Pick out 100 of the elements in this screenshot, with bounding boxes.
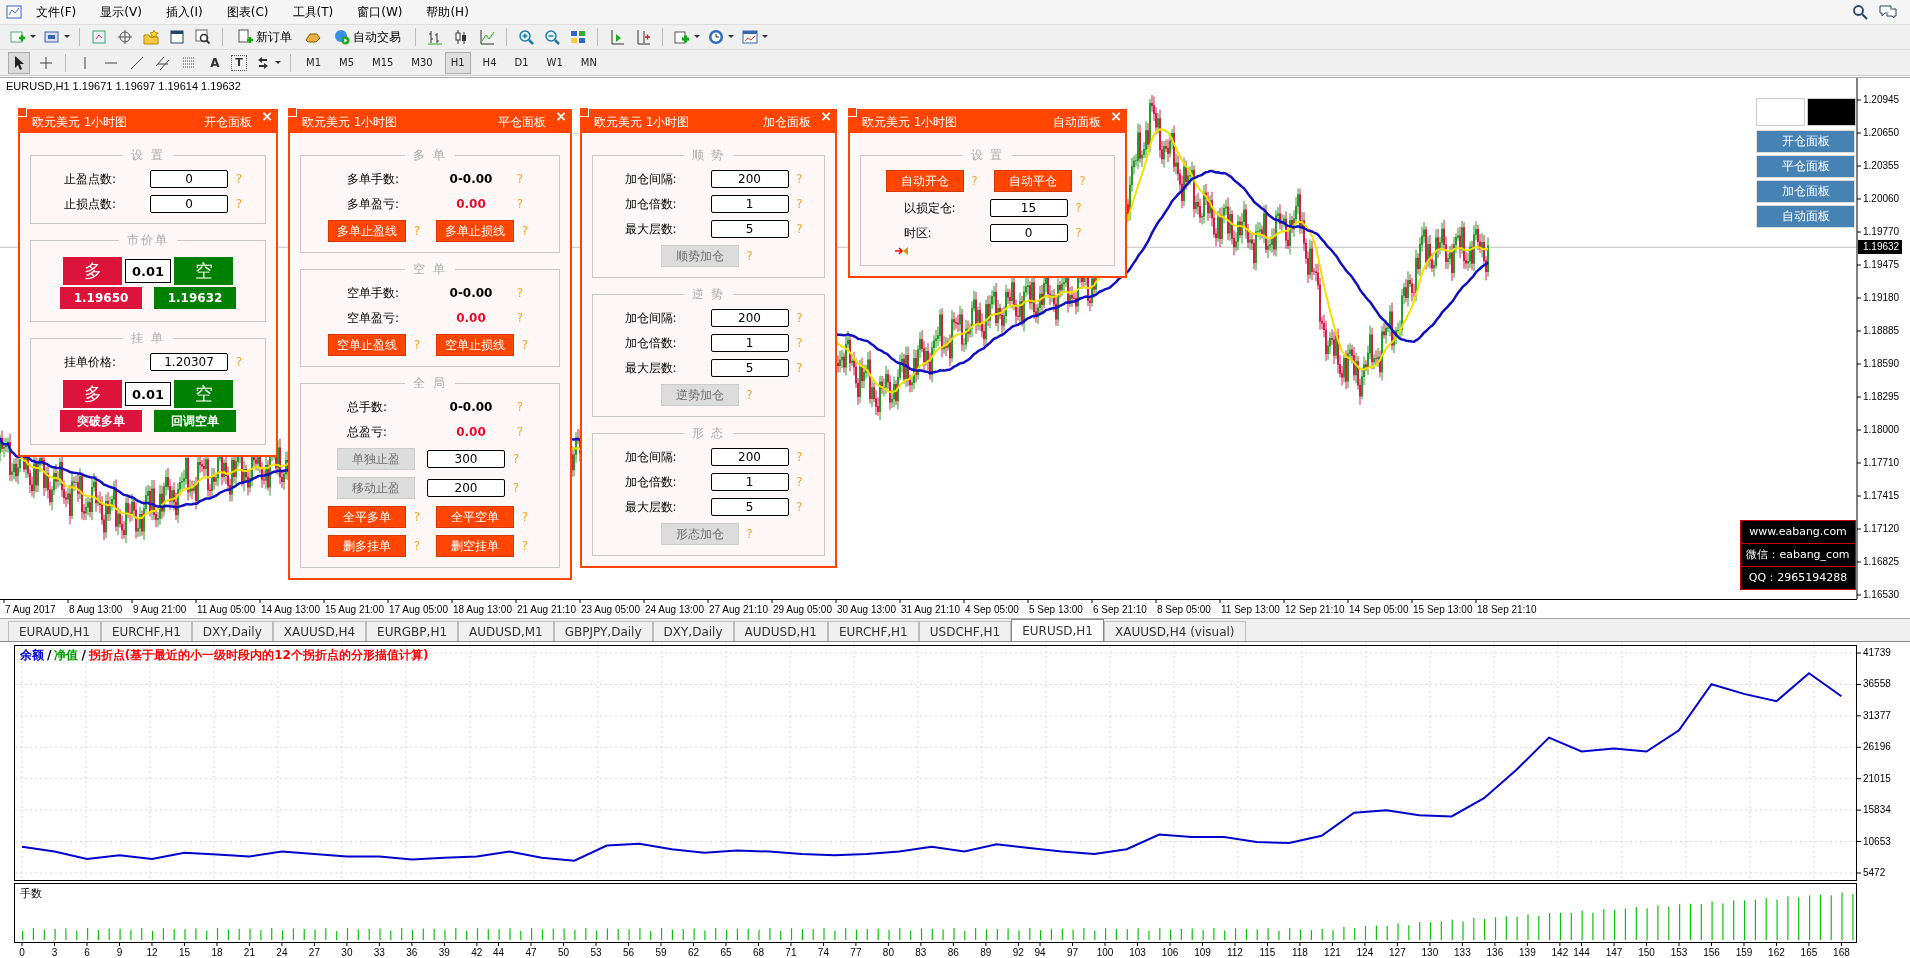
input-field[interactable]: 300	[427, 450, 505, 468]
timeframe-button[interactable]: H1	[444, 51, 471, 74]
line-chart-icon[interactable]	[477, 27, 497, 47]
panel-toggle-button[interactable]: 开仓面板	[1756, 130, 1855, 153]
chart-tab[interactable]: EURGBP,H1	[366, 621, 459, 641]
input-field[interactable]: 1.20307	[150, 353, 228, 371]
menu-item[interactable]: 图表(C)	[216, 3, 279, 21]
chart-tab[interactable]: EURAUD,H1	[8, 621, 101, 641]
color-swatch[interactable]	[1807, 98, 1856, 126]
timeframe-button[interactable]: W1	[540, 51, 569, 74]
x-axis-label: 12	[145, 946, 159, 958]
search-icon[interactable]	[1852, 4, 1868, 20]
chart-tab[interactable]: XAUUSD,H4	[272, 621, 367, 641]
chart-tab[interactable]: EURCHF,H1	[100, 621, 192, 641]
folder-star-icon[interactable]	[141, 27, 161, 47]
action-button[interactable]: 空单止盈线	[328, 334, 406, 356]
chart-tab[interactable]: EURCHF,H1	[827, 621, 919, 641]
caret-icon[interactable]	[762, 35, 768, 39]
zoom-out-icon[interactable]	[542, 27, 562, 47]
close-button[interactable]: ×	[820, 109, 832, 123]
buy-button[interactable]: 多	[63, 380, 122, 408]
sell-order-button[interactable]: 回调空单	[154, 410, 236, 432]
input-field[interactable]: 200	[710, 448, 789, 466]
input-field[interactable]: 0	[150, 170, 228, 188]
input-field[interactable]: 5	[710, 498, 789, 516]
caret-icon[interactable]	[30, 35, 36, 39]
action-button[interactable]: 删多挂单	[328, 535, 406, 557]
lots-field[interactable]: 0.01	[125, 259, 171, 283]
action-button[interactable]: 全平多单	[328, 506, 406, 528]
input-field[interactable]: 0	[150, 195, 228, 213]
buy-order-button[interactable]: 突破多单	[60, 410, 142, 432]
close-button[interactable]: ×	[1110, 109, 1122, 123]
action-button[interactable]: 多单止盈线	[328, 220, 406, 242]
menu-item[interactable]: 窗口(W)	[347, 3, 413, 21]
timeframe-button[interactable]: M1	[300, 51, 327, 74]
clock-icon[interactable]	[706, 27, 726, 47]
input-field[interactable]: 200	[710, 309, 789, 327]
action-button[interactable]: 自动平仓	[993, 170, 1072, 192]
action-button[interactable]: 多单止损线	[436, 220, 514, 242]
caret-icon[interactable]	[694, 35, 700, 39]
input-field[interactable]: 200	[710, 170, 789, 188]
magnifier-icon[interactable]	[193, 27, 213, 47]
input-field[interactable]: 1	[710, 473, 789, 491]
panel-toggle-button[interactable]: 平仓面板	[1756, 155, 1855, 178]
close-button[interactable]: ×	[261, 109, 273, 123]
text-tool[interactable]: A	[205, 52, 225, 73]
chart-tab[interactable]: USDCHF,H1	[918, 621, 1012, 641]
input-field[interactable]: 1	[710, 334, 789, 352]
menu-item[interactable]: 帮助(H)	[416, 3, 479, 21]
chat-icon[interactable]	[1878, 4, 1898, 20]
menu-item[interactable]: 工具(T)	[282, 3, 344, 21]
lots-field[interactable]: 0.01	[125, 382, 171, 406]
input-field[interactable]: 200	[427, 479, 505, 497]
buy-button[interactable]: 多	[63, 257, 122, 285]
cursor-icon[interactable]	[8, 51, 30, 74]
stat-value: 0.00	[455, 311, 487, 325]
panel-toggle-button[interactable]: 自动面板	[1756, 205, 1855, 228]
auto-trading-button[interactable]: 自动交易	[329, 26, 406, 48]
timeframe-button[interactable]: D1	[508, 51, 535, 74]
sell-button[interactable]: 空	[174, 257, 233, 285]
timeframe-button[interactable]: M15	[366, 51, 400, 74]
close-button[interactable]: ×	[555, 109, 567, 123]
caret-icon[interactable]	[64, 35, 70, 39]
new-order-button[interactable]: 新订单	[232, 26, 297, 48]
chart-tab[interactable]: EURUSD,H1	[1011, 619, 1104, 641]
chart-tab[interactable]: DXY,Daily	[191, 621, 273, 641]
chart-tab[interactable]: DXY,Daily	[652, 621, 734, 641]
input-field[interactable]: 0	[989, 224, 1068, 242]
timeframe-button[interactable]: H4	[476, 51, 503, 74]
caret-icon[interactable]	[275, 60, 281, 65]
timeframe-button[interactable]: M30	[405, 51, 439, 74]
window-icon[interactable]	[167, 27, 187, 47]
menu-item[interactable]: 文件(F)	[26, 3, 87, 21]
action-button[interactable]: 全平空单	[436, 506, 514, 528]
timeframe-button[interactable]: M5	[333, 51, 360, 74]
zoom-in-icon[interactable]	[516, 27, 536, 47]
input-field[interactable]: 15	[989, 199, 1068, 217]
input-field[interactable]: 5	[710, 220, 789, 238]
template-icon[interactable]	[740, 27, 760, 47]
action-button[interactable]: 空单止损线	[436, 334, 514, 356]
caret-icon[interactable]	[728, 35, 734, 39]
chart-tab[interactable]: XAUUSD,H4 (visual)	[1104, 621, 1246, 641]
input-field[interactable]: 5	[710, 359, 789, 377]
action-button[interactable]: 自动开仓	[885, 170, 964, 192]
sell-button[interactable]: 空	[174, 380, 233, 408]
chart-tab[interactable]: AUDUSD,H1	[733, 621, 828, 641]
action-button[interactable]: 删空挂单	[436, 535, 514, 557]
menu-item[interactable]: 显示(V)	[90, 3, 152, 21]
chart-tab[interactable]: AUDUSD,M1	[458, 621, 554, 641]
volume-label: 手数	[20, 887, 42, 901]
buy-order-button[interactable]: 1.19650	[60, 287, 142, 309]
timeframe-button[interactable]: MN	[574, 51, 603, 74]
menu-item[interactable]: 插入(I)	[155, 3, 213, 21]
color-swatch[interactable]	[1756, 98, 1805, 126]
sell-order-button[interactable]: 1.19632	[154, 287, 236, 309]
input-field[interactable]: 1	[710, 195, 789, 213]
panel-toggle-button[interactable]: 加仓面板	[1756, 180, 1855, 203]
text-label-tool[interactable]: T	[231, 54, 247, 71]
crosshair-icon[interactable]	[115, 27, 135, 47]
chart-tab[interactable]: GBPJPY,Daily	[553, 621, 653, 641]
